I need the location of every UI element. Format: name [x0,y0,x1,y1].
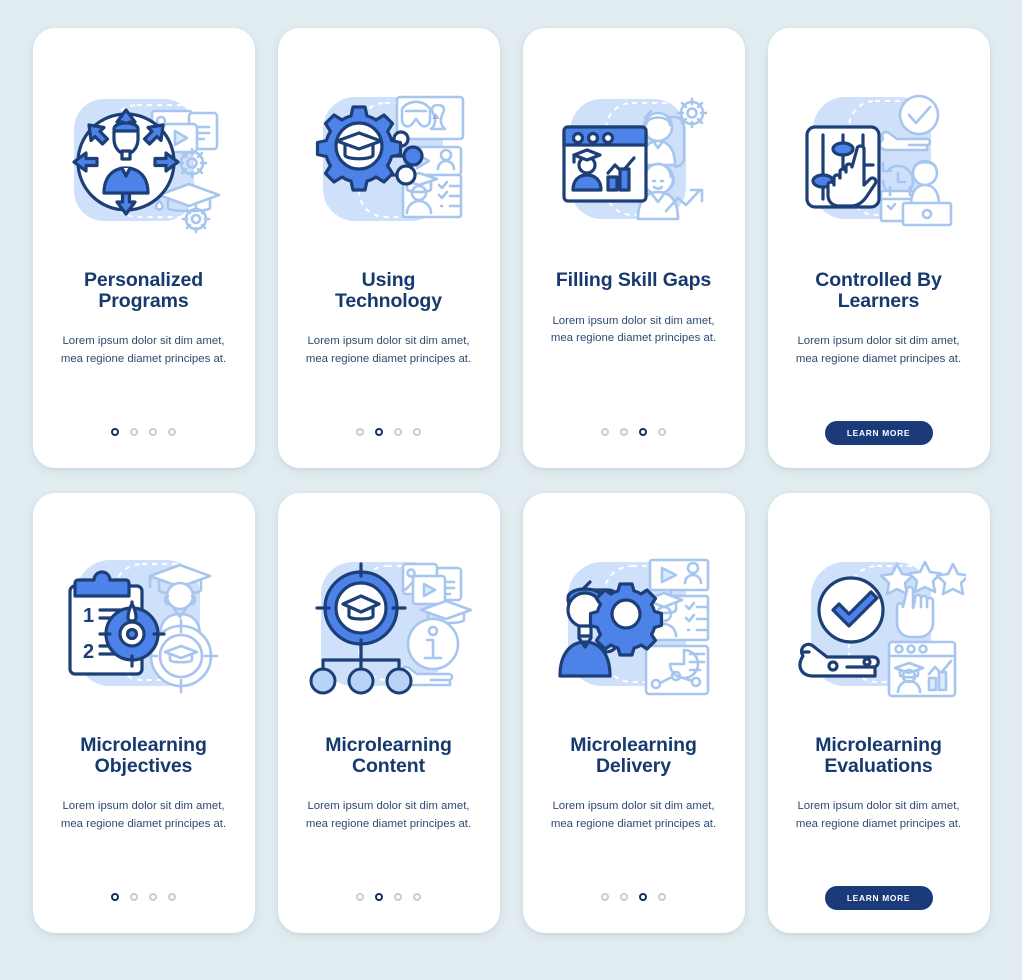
pagination-dot[interactable] [394,428,402,436]
onboarding-screen-microlearning-objectives: 1 2 Microlearning Objectives Lorem ipsum… [32,493,255,933]
title-line-1: Microlearning [570,734,697,756]
pagination-dot[interactable] [620,893,628,901]
pagination-dot[interactable] [130,428,138,436]
pagination-dot[interactable] [111,428,119,436]
pagination-dot[interactable] [658,428,666,436]
illustration-person-in-circle-with-arrows [56,83,231,248]
pagination-dots[interactable] [33,893,255,901]
title-line-1: Personalized [83,269,204,291]
illustration-hand-with-checkmark-and-stars [791,548,966,713]
pagination-dot[interactable] [356,428,364,436]
onboarding-screen-filling-skill-gaps: Filling Skill Gaps Lorem ipsum dolor sit… [522,28,745,468]
pagination-dot[interactable] [130,893,138,901]
title-line-1: Filling Skill Gaps [555,269,712,291]
title-line-1: Controlled By [815,269,942,291]
onboarding-screens-board: Personalized Programs Lorem ipsum dolor … [0,0,1022,980]
onboarding-screen-personalized-programs: Personalized Programs Lorem ipsum dolor … [32,28,255,468]
pagination-dot[interactable] [375,428,383,436]
screen-description: Lorem ipsum dolor sit dim amet, mea regi… [305,800,472,830]
screen-description: Lorem ipsum dolor sit dim amet, mea regi… [305,335,472,365]
pagination-dots[interactable] [278,428,500,436]
title-line-2: Objectives [94,754,193,777]
illustration-clipboard-with-target: 1 2 [56,548,231,713]
screen-title: Microlearning Evaluations [784,735,974,776]
title-line-1: Microlearning [815,734,942,756]
illustration-person-with-gear-and-content [546,548,721,713]
illustration-sliders-with-pointing-hand [791,83,966,248]
pagination-dot[interactable] [639,428,647,436]
pagination-dot[interactable] [111,893,119,901]
pagination-dots[interactable] [33,428,255,436]
screen-title: Microlearning Objectives [49,735,239,776]
svg-text:1: 1 [83,605,94,627]
onboarding-screen-using-technology: Using Technology Lorem ipsum dolor sit d… [277,28,500,468]
title-line-2: Technology [335,289,442,312]
title-line-2: Learners [837,289,920,312]
onboarding-screen-controlled-by-learners: Controlled By Learners Lorem ipsum dolor… [767,28,990,468]
title-line-2: Content [352,754,425,777]
pagination-dot[interactable] [413,893,421,901]
title-line-2: Delivery [595,754,672,777]
illustration-gear-with-graduation-cap [301,83,476,248]
screen-description: Lorem ipsum dolor sit dim amet, mea regi… [795,800,962,830]
screen-title: Microlearning Content [294,735,484,776]
screen-title: Using Technology [294,270,484,311]
screen-description: Lorem ipsum dolor sit dim amet, mea regi… [60,800,227,830]
screen-description: Lorem ipsum dolor sit dim amet, mea regi… [550,314,717,345]
onboarding-screen-microlearning-evaluations: Microlearning Evaluations Lorem ipsum do… [767,493,990,933]
screen-description: Lorem ipsum dolor sit dim amet, mea regi… [60,335,227,365]
title-line-2: Evaluations [824,754,933,777]
pagination-dot[interactable] [639,893,647,901]
pagination-dot[interactable] [658,893,666,901]
pagination-dot[interactable] [356,893,364,901]
pagination-dot[interactable] [620,428,628,436]
pagination-dots[interactable] [523,428,745,436]
pagination-dot[interactable] [168,428,176,436]
screen-title: Controlled By Learners [784,270,974,311]
svg-text:2: 2 [83,641,94,663]
screen-description: Lorem ipsum dolor sit dim amet, mea regi… [795,335,962,365]
screen-title: Personalized Programs [49,270,239,311]
pagination-dot[interactable] [394,893,402,901]
illustration-target-with-hierarchy-tree [301,548,476,713]
title-line-1: Microlearning [80,734,207,756]
title-line-2: Programs [98,289,189,312]
screen-title: Microlearning Delivery [539,735,729,776]
learn-more-button[interactable]: LEARN MORE [824,886,933,910]
title-line-1: Microlearning [325,734,452,756]
pagination-dots[interactable] [523,893,745,901]
screen-description: Lorem ipsum dolor sit dim amet, mea regi… [550,800,717,830]
pagination-dot[interactable] [413,428,421,436]
pagination-dot[interactable] [375,893,383,901]
pagination-dots[interactable] [278,893,500,901]
learn-more-button[interactable]: LEARN MORE [824,421,933,445]
title-line-1: Using [361,269,416,291]
onboarding-screen-microlearning-delivery: Microlearning Delivery Lorem ipsum dolor… [522,493,745,933]
pagination-dot[interactable] [149,893,157,901]
pagination-dot[interactable] [168,893,176,901]
onboarding-screen-microlearning-content: Microlearning Content Lorem ipsum dolor … [277,493,500,933]
screen-title: Filling Skill Gaps [539,270,729,291]
pagination-dot[interactable] [149,428,157,436]
pagination-dot[interactable] [601,428,609,436]
pagination-dot[interactable] [601,893,609,901]
illustration-browser-with-graduate-and-chart [546,83,721,248]
